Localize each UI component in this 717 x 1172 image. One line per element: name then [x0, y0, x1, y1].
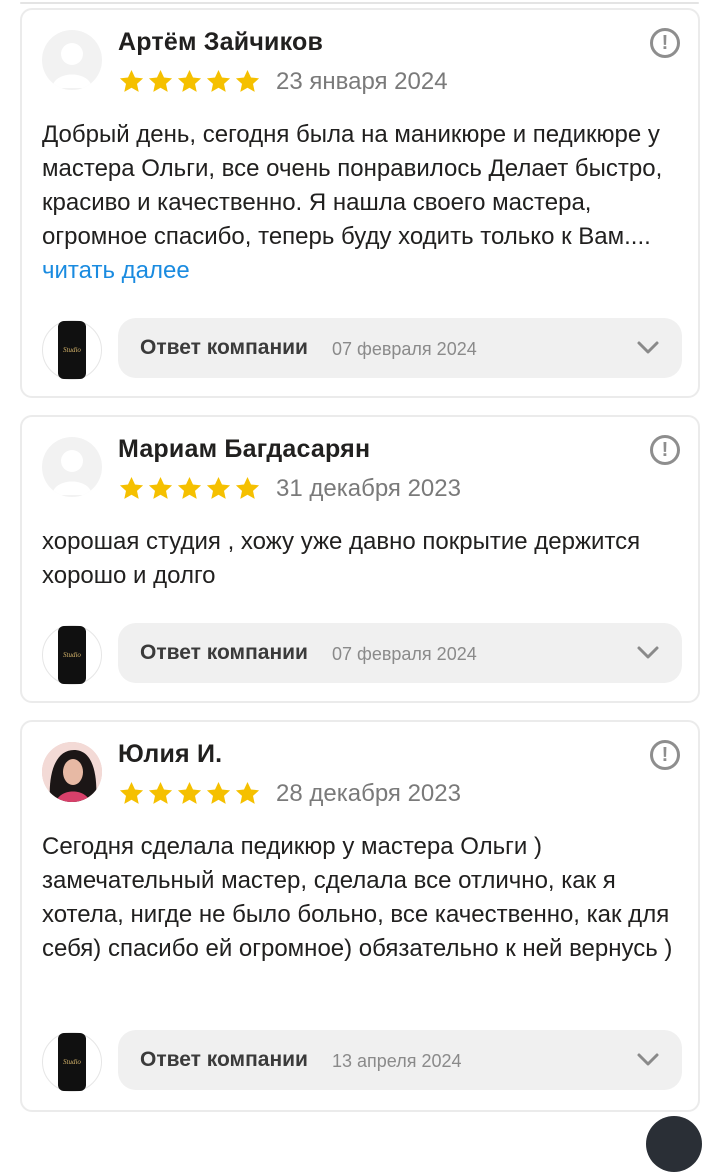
review-author[interactable]: Юлия И.: [118, 740, 222, 769]
review-card: Артём Зайчиков 23 января 2024 ! Добрый д…: [20, 8, 700, 398]
avatar[interactable]: [42, 30, 102, 90]
reply-label: Ответ компании: [140, 1048, 308, 1071]
star-icon: [235, 477, 260, 499]
reply-date: 07 февраля 2024: [332, 644, 477, 664]
rating-stars: [118, 475, 261, 502]
avatar[interactable]: [42, 437, 102, 497]
report-icon[interactable]: !: [650, 740, 680, 770]
star-icon: [148, 782, 173, 804]
report-icon[interactable]: !: [650, 435, 680, 465]
review-text-body: Добрый день, сегодня была на маникюре и …: [42, 121, 663, 250]
star-icon: [148, 477, 173, 499]
star-icon: [119, 782, 144, 804]
company-logo: Studio: [42, 1032, 102, 1092]
reply-date: 13 апреля 2024: [332, 1051, 462, 1071]
company-reply-toggle[interactable]: Ответ компании 13 апреля 2024: [118, 1030, 682, 1090]
review-text: хорошая студия , хожу уже давно покрытие…: [42, 525, 682, 593]
star-icon: [177, 782, 202, 804]
company-logo-text: Studio: [63, 346, 81, 354]
review-text-body: Сегодня сделала педикюр у мастера Ольги …: [42, 833, 673, 962]
company-logo-mark: Studio: [58, 321, 86, 379]
review-card: Мариам Багдасарян 31 декабря 2023 ! хоро…: [20, 415, 700, 703]
rating-stars: [118, 780, 261, 807]
star-icon: [177, 70, 202, 92]
avatar[interactable]: [42, 742, 102, 802]
review-date: 31 декабря 2023: [276, 475, 461, 502]
review-text: Сегодня сделала педикюр у мастера Ольги …: [42, 830, 682, 966]
company-logo-mark: Studio: [58, 626, 86, 684]
star-icon: [206, 782, 231, 804]
star-icon: [206, 70, 231, 92]
star-icon: [177, 477, 202, 499]
review-date: 28 декабря 2023: [276, 780, 461, 807]
reply-date: 07 февраля 2024: [332, 339, 477, 359]
star-icon: [235, 70, 260, 92]
review-author[interactable]: Мариам Багдасарян: [118, 435, 370, 464]
company-logo-text: Studio: [63, 651, 81, 659]
company-logo: Studio: [42, 625, 102, 685]
rating-stars: [118, 68, 261, 95]
review-author[interactable]: Артём Зайчиков: [118, 28, 323, 57]
reply-label: Ответ компании: [140, 641, 308, 664]
floating-action-button[interactable]: [646, 1116, 702, 1172]
chevron-down-icon: [637, 646, 659, 659]
report-icon[interactable]: !: [650, 28, 680, 58]
star-icon: [119, 477, 144, 499]
star-icon: [206, 477, 231, 499]
chevron-down-icon: [637, 341, 659, 354]
reply-label: Ответ компании: [140, 336, 308, 359]
company-logo-text: Studio: [63, 1058, 81, 1066]
review-card: Юлия И. 28 декабря 2023 ! Сегодня сделал…: [20, 720, 700, 1112]
company-logo-mark: Studio: [58, 1033, 86, 1091]
top-divider: [20, 2, 699, 4]
review-text-body: хорошая студия , хожу уже давно покрытие…: [42, 528, 641, 589]
star-icon: [235, 782, 260, 804]
company-reply-toggle[interactable]: Ответ компании 07 февраля 2024: [118, 623, 682, 683]
review-date: 23 января 2024: [276, 68, 448, 95]
star-icon: [119, 70, 144, 92]
review-text: Добрый день, сегодня была на маникюре и …: [42, 118, 682, 288]
chevron-down-icon: [637, 1053, 659, 1066]
company-logo: Studio: [42, 320, 102, 380]
read-more-link[interactable]: читать далее: [42, 257, 190, 284]
star-icon: [148, 70, 173, 92]
company-reply-toggle[interactable]: Ответ компании 07 февраля 2024: [118, 318, 682, 378]
